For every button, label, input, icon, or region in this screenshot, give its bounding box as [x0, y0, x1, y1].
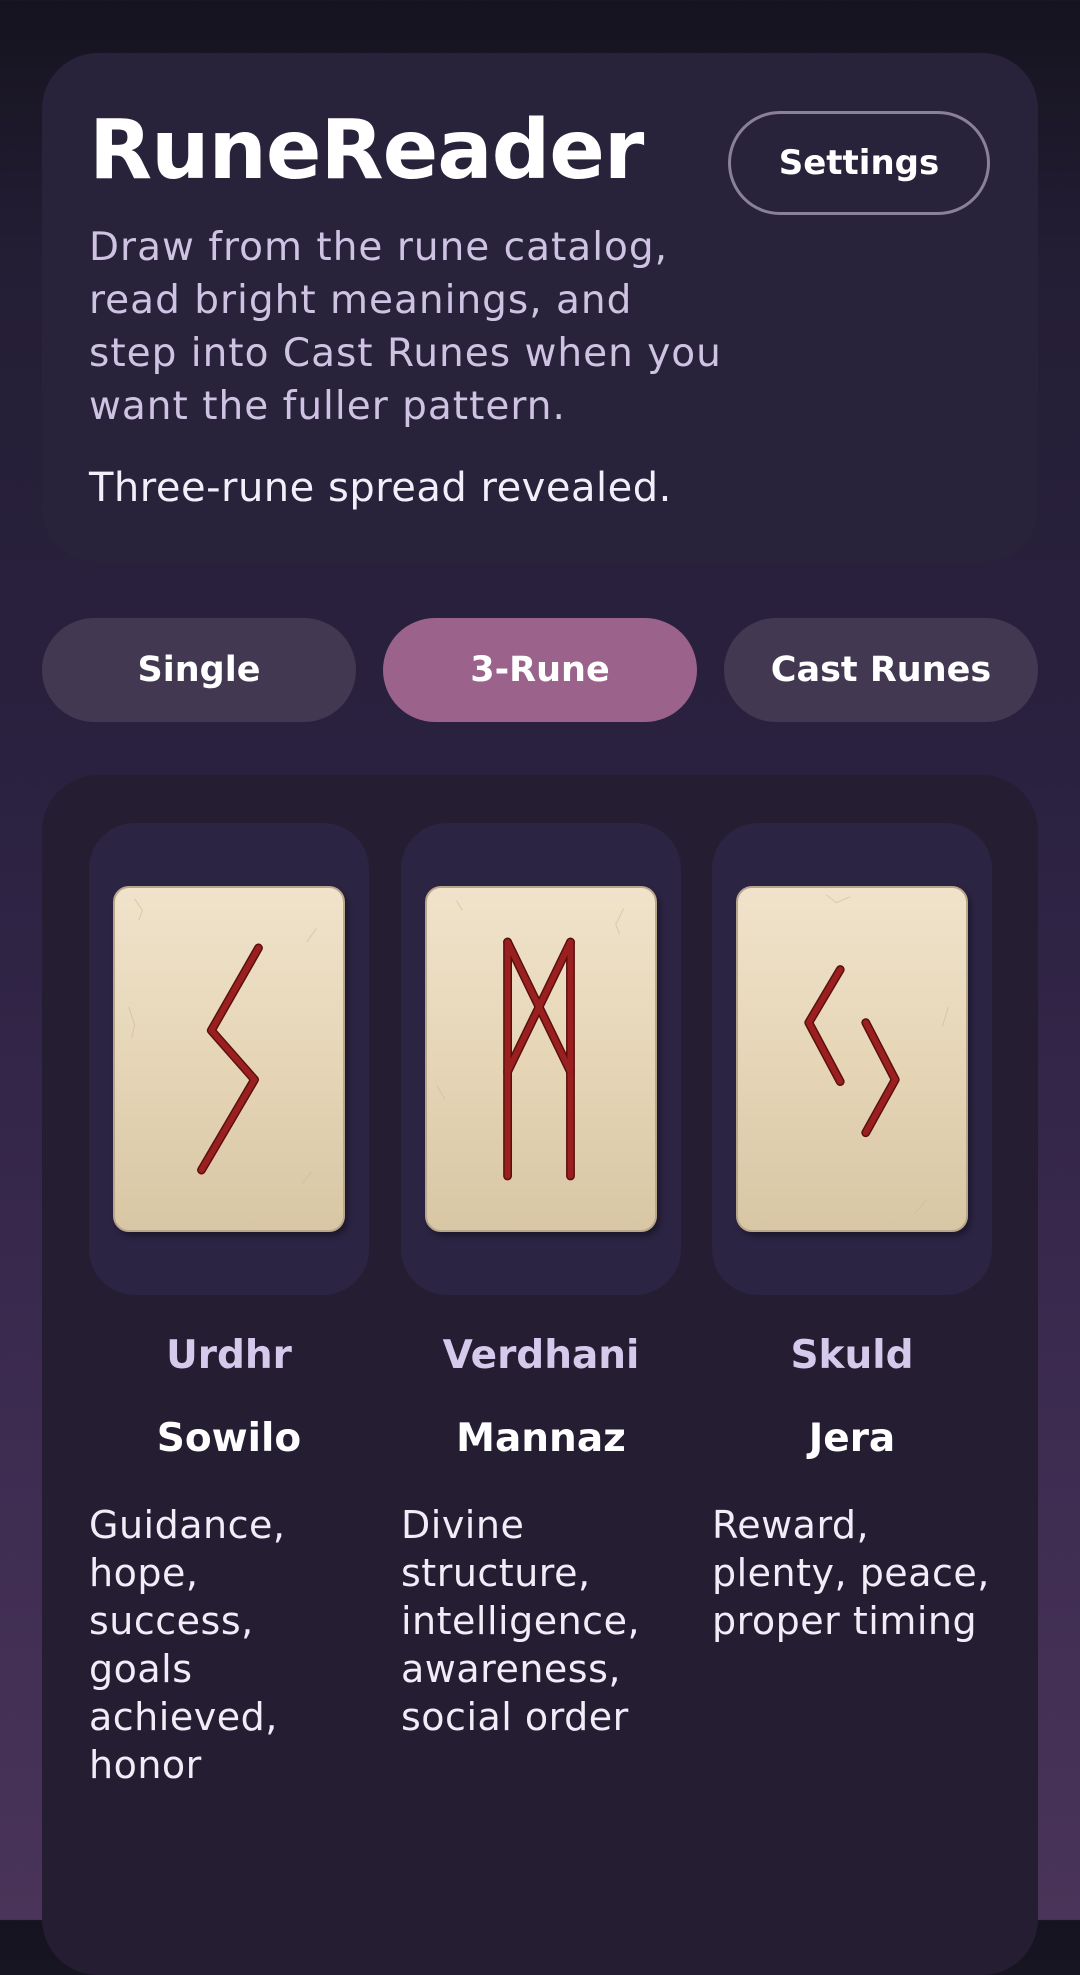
header-card: RuneReader Settings Draw from the rune c… [42, 53, 1038, 563]
app-title: RuneReader [89, 103, 644, 198]
rune-meaning: Divine structure, intelligence, awarenes… [401, 1503, 641, 1739]
mannaz-rune-icon [436, 900, 624, 1181]
mode-tabs: Single 3-Rune Cast Runes [42, 618, 1038, 722]
position-label-past: Urdhr [166, 1333, 292, 1378]
rune-name: Sowilo [156, 1416, 302, 1461]
card-frame [89, 823, 369, 1295]
card-frame [712, 823, 992, 1295]
rune-name: Jera [808, 1416, 896, 1461]
position-label-present: Verdhani [442, 1333, 640, 1378]
rune-slot-future: Skuld Jera Reward, plenty, peace, proper… [712, 823, 992, 1645]
tab-single[interactable]: Single [42, 618, 356, 722]
jera-rune-icon [804, 894, 949, 1214]
tab-3-rune[interactable]: 3-Rune [383, 618, 697, 722]
position-label-future: Skuld [790, 1333, 914, 1378]
rune-slot-past: Urdhr Sowilo Guidance, hope, success, go… [89, 823, 369, 1789]
spread-panel: Urdhr Sowilo Guidance, hope, success, go… [42, 775, 1038, 1975]
app-subtitle: Draw from the rune catalog, read bright … [89, 225, 722, 429]
rune-name: Mannaz [456, 1416, 626, 1461]
rune-slot-present: Verdhani Mannaz Divine structure, intell… [401, 823, 681, 1741]
rune-meaning: Guidance, hope, success, goals achieved,… [89, 1503, 286, 1787]
tab-cast-runes[interactable]: Cast Runes [724, 618, 1038, 722]
rune-card-jera[interactable] [736, 886, 968, 1232]
settings-button[interactable]: Settings [728, 111, 990, 215]
card-frame [401, 823, 681, 1295]
rune-meaning: Reward, plenty, peace, proper timing [712, 1503, 990, 1643]
sowilo-rune-icon [128, 898, 317, 1185]
spread-status: Three-rune spread revealed. [89, 465, 672, 511]
rune-card-mannaz[interactable] [425, 886, 657, 1232]
rune-card-sowilo[interactable] [113, 886, 345, 1232]
